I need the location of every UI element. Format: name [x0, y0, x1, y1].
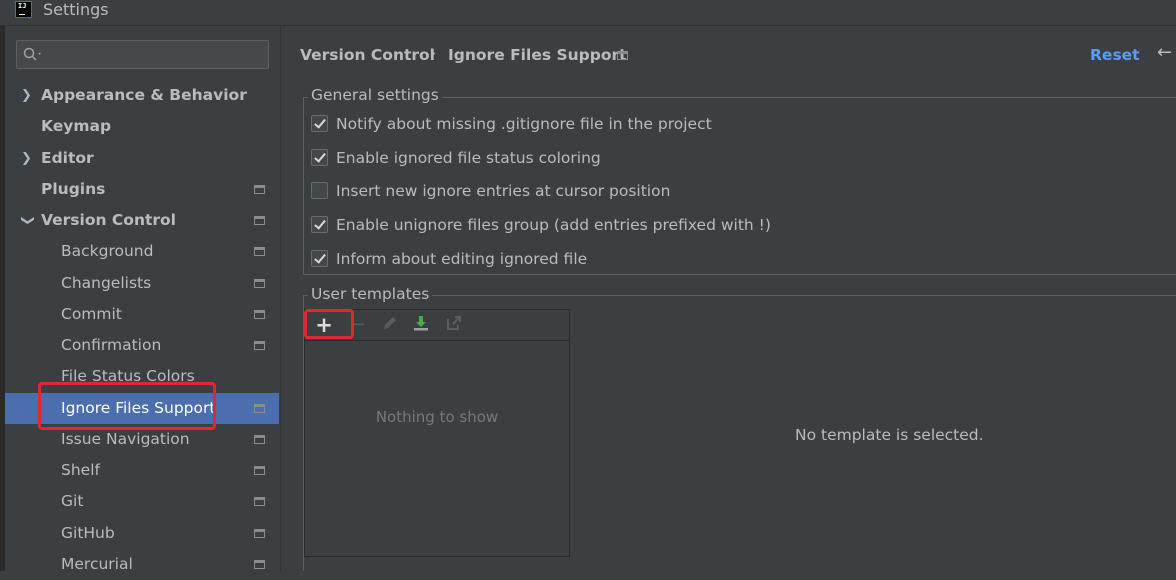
no-template-selected-text: No template is selected.	[795, 426, 984, 444]
checkbox-checked[interactable]	[311, 250, 328, 267]
project-settings-icon	[254, 560, 265, 569]
project-settings-icon	[617, 51, 628, 60]
templates-list-panel: + − Nothing to show	[304, 309, 570, 557]
chevron-right-icon: ❯	[21, 151, 32, 166]
project-settings-icon	[254, 341, 265, 350]
sidebar-item-mercurial[interactable]: Mercurial	[5, 549, 279, 580]
sidebar-item-background[interactable]: Background	[5, 236, 279, 267]
highlight-annotation	[304, 309, 354, 339]
empty-list-text: Nothing to show	[375, 408, 499, 426]
project-settings-icon	[254, 529, 265, 538]
breadcrumb-separator: ›	[430, 44, 436, 62]
sidebar-item-git[interactable]: Git	[5, 486, 279, 517]
settings-main-panel: Version Control › Ignore Files Support R…	[280, 26, 1176, 571]
checkbox-unchecked[interactable]	[311, 182, 328, 199]
chevron-right-icon: ❯	[21, 88, 32, 103]
project-settings-icon	[254, 185, 265, 194]
checkbox-checked[interactable]	[311, 115, 328, 132]
page-title: Ignore Files Support	[448, 46, 627, 64]
project-settings-icon	[254, 497, 265, 506]
edit-icon[interactable]	[379, 314, 401, 336]
import-icon[interactable]	[410, 314, 432, 336]
sidebar-item-shelf[interactable]: Shelf	[5, 455, 279, 486]
project-settings-icon	[254, 247, 265, 256]
templates-toolbar: + −	[304, 309, 569, 341]
sidebar-item-plugins[interactable]: Plugins	[5, 174, 279, 205]
project-settings-icon	[254, 435, 265, 444]
project-settings-icon	[254, 404, 265, 413]
sidebar-item-version-control[interactable]: ❯ Version Control	[5, 205, 279, 236]
sidebar-item-commit[interactable]: Commit	[5, 299, 279, 330]
sidebar-item-editor[interactable]: ❯ Editor	[5, 143, 279, 174]
sidebar-item-appearance-behavior[interactable]: ❯ Appearance & Behavior	[5, 80, 279, 111]
sidebar-item-confirmation[interactable]: Confirmation	[5, 330, 279, 361]
user-templates-title: User templates	[308, 285, 433, 303]
project-settings-icon	[254, 279, 265, 288]
arrow-left-icon[interactable]: ←	[1157, 42, 1172, 63]
project-settings-icon	[254, 466, 265, 475]
export-icon[interactable]	[443, 314, 465, 336]
sidebar-item-changelists[interactable]: Changelists	[5, 268, 279, 299]
sidebar-item-github[interactable]: GitHub	[5, 518, 279, 549]
search-icon	[23, 47, 41, 61]
window-title: Settings	[43, 0, 109, 19]
checkbox-checked[interactable]	[311, 149, 328, 166]
reset-link[interactable]: Reset	[1090, 46, 1140, 64]
breadcrumb-parent[interactable]: Version Control	[300, 46, 435, 64]
chevron-down-icon: ❯	[19, 215, 35, 226]
title-bar: IJ Settings	[0, 0, 1176, 26]
project-settings-icon	[254, 310, 265, 319]
settings-sidebar: ❯ Appearance & Behavior Keymap ❯ Editor …	[5, 26, 279, 573]
highlight-annotation	[38, 382, 216, 430]
checkbox-checked[interactable]	[311, 216, 328, 233]
intellij-app-icon: IJ	[15, 1, 32, 18]
general-settings-title: General settings	[308, 86, 442, 104]
sidebar-item-keymap[interactable]: Keymap	[5, 111, 279, 142]
search-input[interactable]	[16, 40, 269, 69]
project-settings-icon	[254, 216, 265, 225]
